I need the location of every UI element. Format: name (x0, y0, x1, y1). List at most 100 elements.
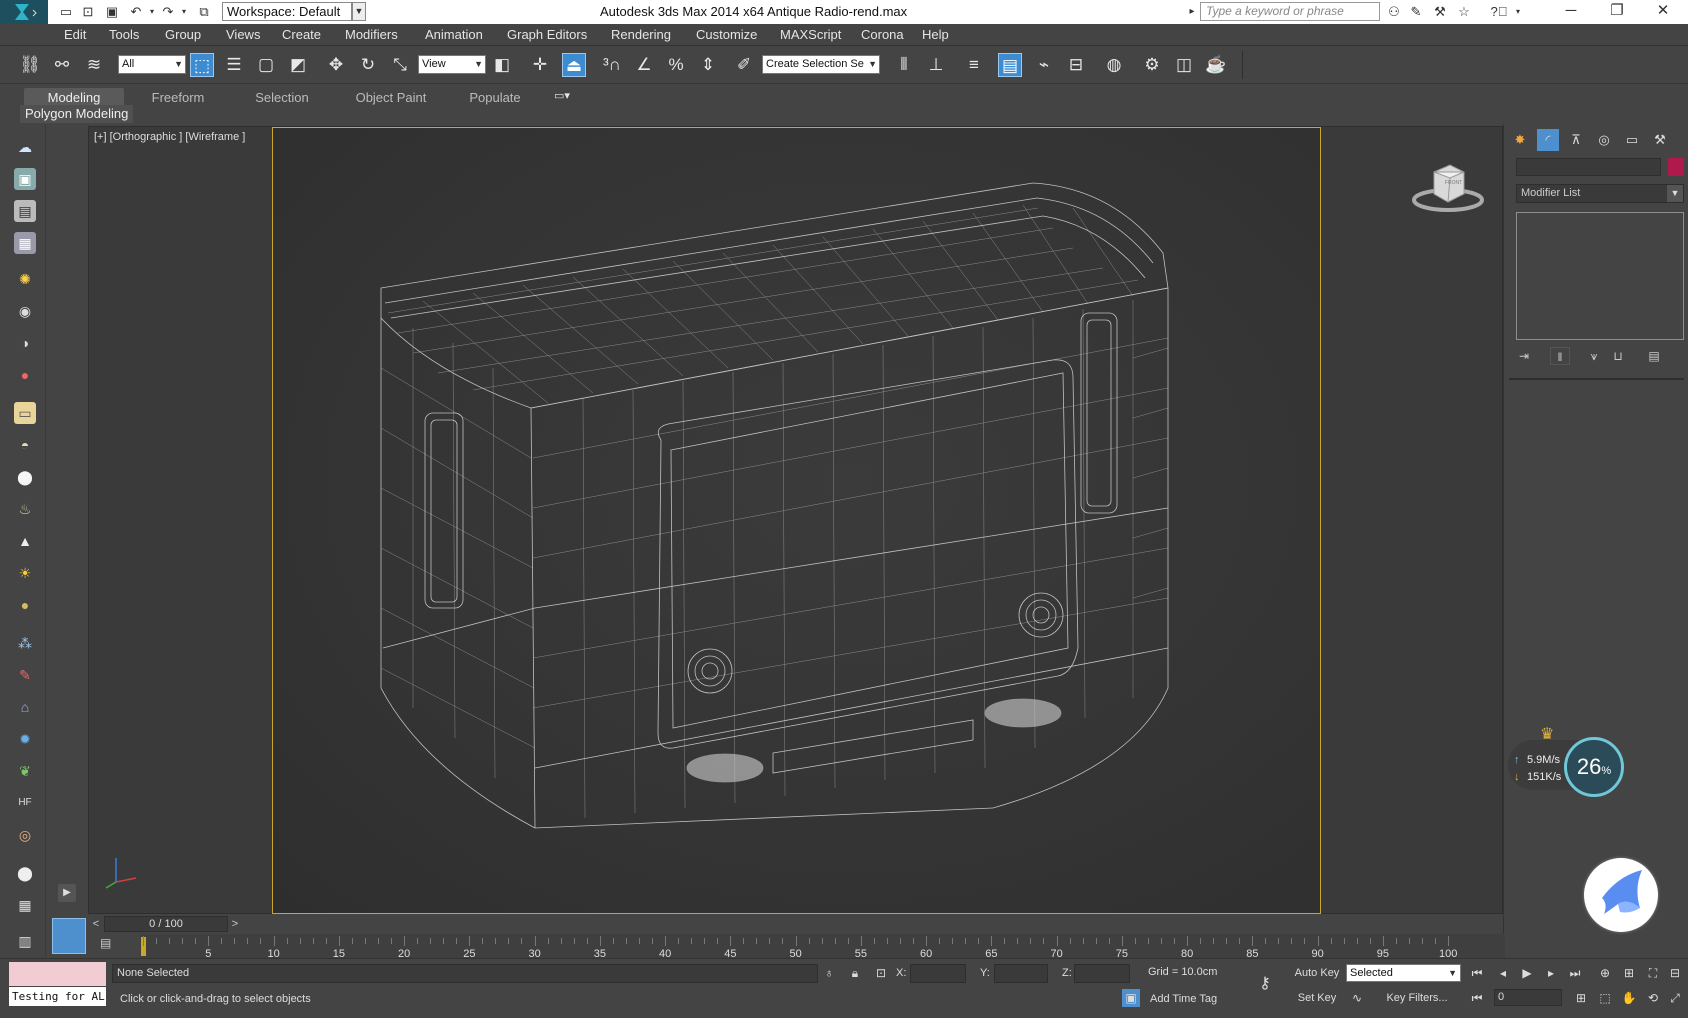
rectangular-selection-icon[interactable]: ▢ (254, 53, 278, 77)
grass-icon[interactable]: ❦ (14, 760, 36, 782)
memory-usage-circle[interactable]: 26% (1564, 737, 1624, 797)
menu-animation[interactable]: Animation (425, 27, 483, 42)
ribbon-options-icon[interactable]: ▭▾ (550, 84, 574, 108)
zoom-icon[interactable]: ⊕ (1596, 964, 1614, 982)
workspace-select[interactable]: Workspace: Default (222, 2, 352, 21)
menu-graph-editors[interactable]: Graph Editors (507, 27, 587, 42)
object-name-field[interactable] (1516, 158, 1661, 176)
menu-help[interactable]: Help (922, 27, 949, 42)
named-selection-select[interactable]: Create Selection Se ▼ (762, 55, 880, 74)
key-filters-button[interactable]: Key Filters... (1374, 989, 1460, 1007)
menu-corona[interactable]: Corona (861, 27, 904, 42)
modifier-list-select[interactable]: Modifier List ▼ (1516, 184, 1684, 203)
hemisphere-icon[interactable]: ◓ (14, 434, 36, 456)
viewport-label[interactable]: [+] [Orthographic ] [Wireframe ] (94, 131, 245, 143)
undo-dropdown-icon[interactable]: ▾ (144, 4, 160, 20)
app-menu-button[interactable] (0, 0, 48, 24)
reference-coordinate-select[interactable]: View ▼ (418, 55, 486, 74)
search-expand-icon[interactable]: ▸ (1184, 4, 1200, 20)
new-file-icon[interactable]: ▭ (58, 4, 74, 20)
prev-frame-arrow[interactable]: < (89, 916, 103, 932)
menu-views[interactable]: Views (226, 27, 260, 42)
orbit-icon[interactable]: ⟲ (1644, 989, 1662, 1007)
teapot-icon[interactable]: ♨ (14, 498, 36, 520)
grid-icon[interactable]: ▦ (14, 894, 36, 916)
binoculars-icon[interactable]: ⚇ (1386, 4, 1402, 20)
project-folder-icon[interactable]: ⧉ (196, 4, 212, 20)
key-mode-toggle-icon[interactable]: ⏮ (1468, 989, 1486, 1007)
tab-populate[interactable]: Populate (450, 88, 540, 108)
pin-stack-icon[interactable]: ⇥ (1514, 347, 1534, 365)
set-key-icon[interactable]: ⚷ (1256, 975, 1274, 993)
zoom-extents-all-icon[interactable]: ⊟ (1666, 964, 1684, 982)
previous-frame-icon[interactable]: ◂ (1494, 964, 1512, 982)
redo-icon[interactable]: ↷ (160, 4, 176, 20)
maximize-button[interactable]: ❐ (1594, 0, 1640, 24)
schematic-view-icon[interactable]: ⊟ (1064, 53, 1088, 77)
show-end-result-icon[interactable]: ‖ (1550, 347, 1570, 365)
create-tab-icon[interactable]: ✸ (1509, 129, 1531, 151)
select-by-name-icon[interactable]: ☰ (222, 53, 246, 77)
favorites-star-icon[interactable]: ☆ (1456, 4, 1472, 20)
table-icon[interactable]: ▦ (14, 232, 36, 254)
modifier-stack[interactable] (1516, 212, 1684, 340)
pan-icon[interactable]: ✋ (1620, 989, 1638, 1007)
display-tab-icon[interactable]: ▭ (1621, 129, 1643, 151)
menu-modifiers[interactable]: Modifiers (345, 27, 398, 42)
object-color-swatch[interactable] (1668, 158, 1684, 176)
white-sphere-icon[interactable]: ⬤ (14, 862, 36, 884)
save-icon[interactable]: ▣ (104, 4, 120, 20)
render-setup-icon[interactable]: ⚙ (1140, 53, 1164, 77)
menu-maxscript[interactable]: MAXScript (780, 27, 841, 42)
camera-icon[interactable]: ◉ (14, 300, 36, 322)
align-icon[interactable]: ⊥ (924, 53, 948, 77)
current-frame-field[interactable]: 0 (1494, 989, 1562, 1006)
key-mode-select[interactable]: Selected ▼ (1346, 964, 1461, 982)
make-unique-icon[interactable]: ⩛ (1584, 347, 1604, 365)
move-icon[interactable]: ✥ (324, 53, 348, 77)
y-coordinate-field[interactable] (994, 964, 1048, 983)
go-to-end-icon[interactable]: ⏭ (1566, 964, 1584, 982)
time-slider[interactable]: 0 / 100 (104, 916, 228, 932)
track-bar-toggle-icon[interactable]: ▤ (100, 936, 120, 954)
redo-dropdown-icon[interactable]: ▾ (176, 4, 192, 20)
gear-icon[interactable]: ✹ (14, 728, 36, 750)
material-editor-icon[interactable]: ◍ (1102, 53, 1126, 77)
rendered-frame-window-icon[interactable]: ◫ (1172, 53, 1196, 77)
layer-manager-icon[interactable]: ≡ (962, 53, 986, 77)
minimize-button[interactable]: ─ (1548, 0, 1594, 24)
go-to-start-icon[interactable]: ⏮ (1468, 964, 1486, 982)
key-tangent-icon[interactable]: ∿ (1348, 989, 1366, 1007)
paint-icon[interactable]: ✎ (14, 664, 36, 686)
modify-tab-icon[interactable]: ◜ (1537, 129, 1559, 151)
isolate-selection-icon[interactable]: ♁ (820, 964, 838, 982)
hair-fur-icon[interactable]: HF (14, 792, 36, 814)
viewport-play-icon[interactable]: ▶ (58, 884, 76, 902)
remove-modifier-icon[interactable]: ⊔ (1608, 347, 1628, 365)
mini-curve-editor-button[interactable] (52, 918, 86, 954)
menu-group[interactable]: Group (165, 27, 201, 42)
play-icon[interactable]: ▶ (1518, 964, 1536, 982)
snaps-toggle-icon[interactable]: ³∩ (600, 53, 624, 77)
percent-snap-icon[interactable]: % (664, 53, 688, 77)
time-tag-icon[interactable]: ▣ (1122, 989, 1140, 1007)
selection-filter-select[interactable]: All ▼ (118, 55, 186, 74)
z-coordinate-field[interactable] (1074, 964, 1130, 983)
plane-icon[interactable]: ▭ (14, 402, 36, 424)
tab-freeform[interactable]: Freeform (128, 88, 228, 108)
scale-icon[interactable]: ⤡ (388, 53, 412, 77)
help-icon[interactable]: ?⃝ (1488, 4, 1510, 20)
set-key-button[interactable]: Set Key (1292, 989, 1342, 1007)
maximize-viewport-icon[interactable]: ⤢ (1666, 989, 1684, 1007)
field-of-view-icon[interactable]: ⬚ (1596, 989, 1614, 1007)
absolute-mode-icon[interactable]: ⊡ (872, 964, 890, 982)
scatter-icon[interactable]: ⌂ (14, 696, 36, 718)
sun-icon[interactable]: ☀ (14, 562, 36, 584)
menu-edit[interactable]: Edit (64, 27, 86, 42)
curve-editor-icon[interactable]: ⌁ (1032, 53, 1056, 77)
select-manipulate-icon[interactable]: ✛ (528, 53, 552, 77)
render-frame-icon[interactable]: ▣ (14, 168, 36, 190)
add-time-tag[interactable]: Add Time Tag (1150, 993, 1217, 1005)
rotate-view-icon[interactable]: ◑ (14, 332, 36, 354)
menu-tools[interactable]: Tools (109, 27, 139, 42)
